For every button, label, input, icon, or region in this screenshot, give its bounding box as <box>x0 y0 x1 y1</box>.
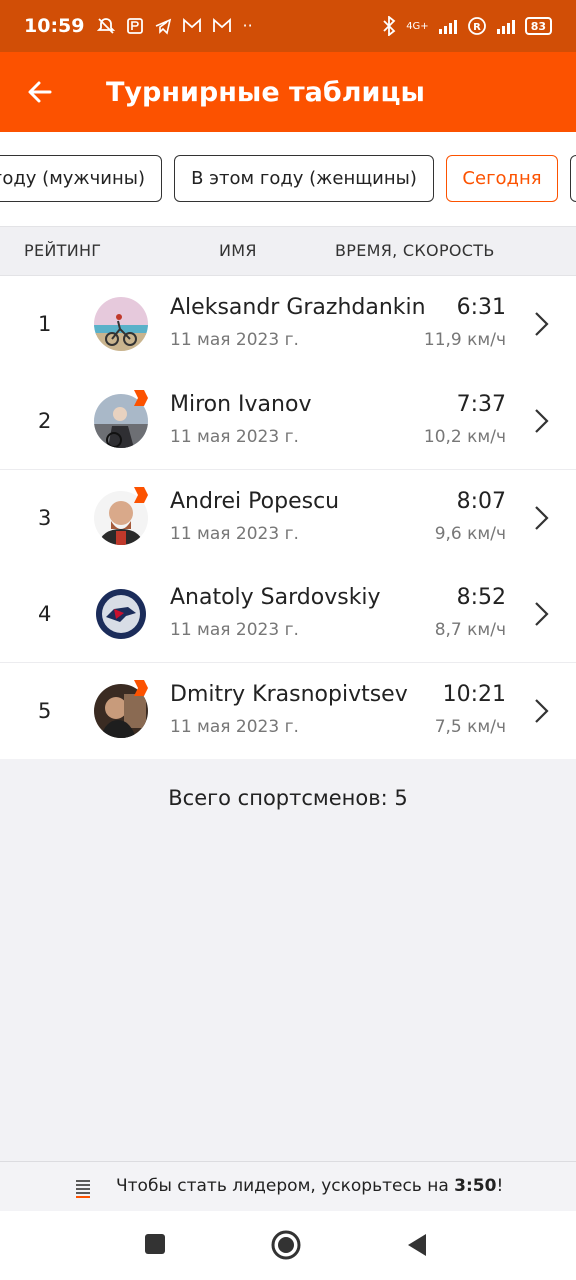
banner-highlight: 3:50 <box>454 1176 497 1196</box>
table-row[interactable]: 5 Dmitry Krasnopivtsev 11 мая 2023 г. 10… <box>0 662 576 759</box>
avatar <box>94 586 148 641</box>
table-row[interactable]: 3 Andrei Popescu 11 мая 2023 г. 8:07 9,6… <box>0 469 576 566</box>
back-button[interactable] <box>0 52 80 132</box>
filter-chips: году (мужчины) В этом году (женщины) Сег… <box>0 132 576 226</box>
telegram-icon <box>156 18 172 35</box>
status-time: 10:59 <box>24 15 85 37</box>
activity-date: 11 мая 2023 г. <box>170 524 299 544</box>
rank: 5 <box>38 699 52 723</box>
app-bar: Турнирные таблицы <box>0 52 576 132</box>
result-time: 8:07 <box>456 489 506 514</box>
result-speed: 10,2 км/ч <box>423 426 506 447</box>
chevron-right-icon <box>535 408 549 433</box>
recents-button[interactable] <box>144 1233 166 1255</box>
rank: 2 <box>38 408 52 433</box>
home-button[interactable] <box>271 1230 301 1260</box>
banner-message: Чтобы стать лидером, ускорьтесь на <box>116 1176 455 1196</box>
battery-icon: 83 <box>524 17 552 35</box>
activity-date: 11 мая 2023 г. <box>170 717 299 737</box>
chevron-right-icon <box>535 312 549 336</box>
gmail-icon <box>183 18 202 32</box>
activity-date: 11 мая 2023 г. <box>170 330 299 350</box>
status-bar: 10:59 ·· 4G+ R 83 <box>0 0 576 52</box>
chip-label: В этом году (женщины) <box>191 168 417 189</box>
more-notifications-icon: ·· <box>242 16 253 35</box>
app-icon <box>127 18 144 34</box>
roaming-icon: R <box>467 17 486 35</box>
page-title: Турнирные таблицы <box>106 76 425 108</box>
athlete-name: Andrei Popescu <box>170 489 340 514</box>
back-nav-button[interactable] <box>406 1233 428 1257</box>
rank: 1 <box>38 312 52 336</box>
svg-text:R: R <box>473 22 481 33</box>
athlete-name: Aleksandr Grazhdankin <box>170 295 426 320</box>
rank: 4 <box>38 601 52 626</box>
result-speed: 11,9 км/ч <box>423 330 506 350</box>
header-name: ИМЯ <box>219 241 257 260</box>
result-time: 8:52 <box>456 584 506 610</box>
table-header: РЕЙТИНГ ИМЯ ВРЕМЯ, СКОРОСТЬ <box>0 226 576 276</box>
subscriber-badge-icon <box>134 680 148 696</box>
leaderboard-icon <box>76 1180 90 1198</box>
avatar <box>94 680 148 738</box>
result-time: 7:37 <box>456 391 506 417</box>
muted-bell-icon <box>97 18 116 34</box>
arrow-left-icon <box>28 81 52 103</box>
avatar <box>94 389 148 448</box>
avatar <box>94 297 148 351</box>
result-speed: 8,7 км/ч <box>434 619 506 640</box>
chip-today[interactable]: Сегодня <box>446 155 558 202</box>
total-athletes: Всего спортсменов: 5 <box>168 786 408 810</box>
header-result: ВРЕМЯ, СКОРОСТЬ <box>335 241 495 260</box>
banner-suffix: ! <box>496 1176 504 1196</box>
chip-label: Сегодня <box>462 168 542 189</box>
status-right: 4G+ R 83 <box>382 16 552 36</box>
table-row[interactable]: 4 Anatoly Sardovskiy 11 мая 2023 г. 8:52… <box>0 565 576 662</box>
network-type: 4G+ <box>406 20 429 32</box>
subscriber-badge-icon <box>134 389 148 406</box>
header-rank: РЕЙТИНГ <box>24 241 102 260</box>
activity-date: 11 мая 2023 г. <box>170 619 299 640</box>
leaderboard-list: 1 Aleksandr Grazhdankin 11 мая 2023 г. 6… <box>0 276 576 759</box>
chevron-right-icon <box>535 601 549 626</box>
athlete-name: Dmitry Krasnopivtsev <box>170 682 408 707</box>
chevron-right-icon <box>535 699 549 723</box>
gmail-icon <box>213 18 232 32</box>
rank: 3 <box>38 506 52 530</box>
chip-year-men[interactable]: году (мужчины) <box>0 155 162 202</box>
result-speed: 7,5 км/ч <box>434 717 506 737</box>
avatar <box>94 487 148 545</box>
result-speed: 9,6 км/ч <box>434 524 506 544</box>
chip-label: году (мужчины) <box>0 168 145 189</box>
activity-date: 11 мая 2023 г. <box>170 426 299 447</box>
result-time: 6:31 <box>456 295 506 320</box>
subscriber-badge-icon <box>134 487 148 503</box>
chip-year-women[interactable]: В этом году (женщины) <box>174 155 434 202</box>
bluetooth-icon <box>383 16 396 36</box>
system-nav-bar <box>0 1211 576 1280</box>
table-row[interactable]: 2 Miron Ivanov 11 мая 2023 г. 7:37 10,2 … <box>0 372 576 469</box>
table-row[interactable]: 1 Aleksandr Grazhdankin 11 мая 2023 г. 6… <box>0 276 576 373</box>
chevron-right-icon <box>535 506 549 530</box>
athlete-name: Anatoly Sardovskiy <box>170 584 381 610</box>
result-time: 10:21 <box>442 682 506 707</box>
notification-icons: ·· <box>96 16 253 36</box>
signal-icon-2 <box>496 18 515 34</box>
banner-text: Чтобы стать лидером, ускорьтесь на 3:50! <box>116 1176 503 1196</box>
signal-icon <box>438 18 457 34</box>
athlete-name: Miron Ivanov <box>170 391 312 417</box>
chip-more[interactable] <box>570 155 576 202</box>
leader-banner[interactable]: Чтобы стать лидером, ускорьтесь на 3:50! <box>0 1161 576 1211</box>
